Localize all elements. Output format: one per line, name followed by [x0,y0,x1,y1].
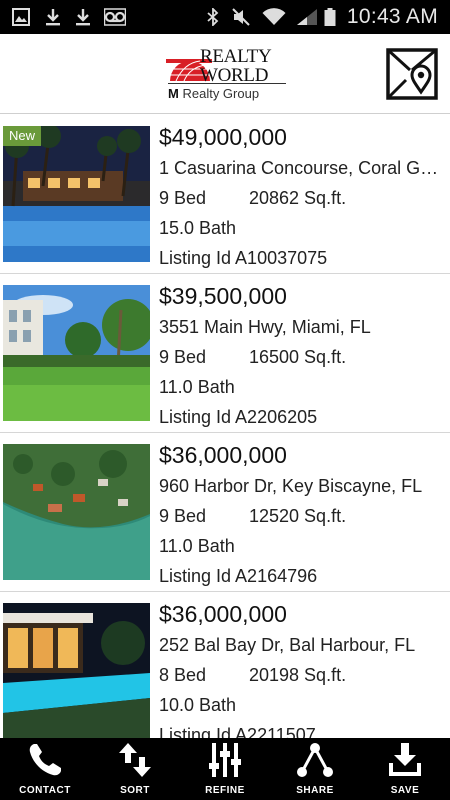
listing-price: $36,000,000 [159,601,287,627]
listing-row[interactable]: $36,000,000 252 Bal Bay Dr, Bal Harbour,… [0,592,450,738]
listing-bed-sqft: 9 Bed 16500 Sq.ft. [159,342,444,372]
listing-id: Listing Id A10037075 [159,248,328,268]
bottom-nav: CONTACT SORT REFINE SHARE SAVE [0,738,450,800]
voicemail-icon [104,8,126,26]
battery-icon [324,8,336,26]
listing-price: $36,000,000 [159,442,287,468]
gallery-icon [12,8,30,26]
listing-price: $39,500,000 [159,283,287,309]
listing-id: Listing Id A2164796 [159,566,318,586]
map-view-button[interactable] [386,48,438,100]
app-header: REALTY WORLD M Realty Group [0,34,450,114]
listing-bed-sqft: 9 Bed 20862 Sq.ft. [159,183,444,213]
mute-icon [232,8,250,26]
new-badge: New [3,126,42,146]
realty-world-logo[interactable]: REALTY WORLD M Realty Group [166,47,288,107]
listing-address: 1 Casuarina Concourse, Coral Gables, FL [159,158,439,178]
sort-button[interactable]: SORT [90,738,180,800]
listing-row[interactable]: $39,500,000 3551 Main Hwy, Miami, FL 9 B… [0,274,450,433]
listing-info[interactable]: $39,500,000 3551 Main Hwy, Miami, FL 9 B… [159,280,444,432]
save-label: SAVE [390,785,420,796]
status-bar: 10:43 AM [0,0,450,34]
logo-divider [168,83,286,84]
listing-photo[interactable] [3,603,150,738]
contact-label: CONTACT [19,785,71,796]
save-download-icon [389,743,421,776]
refine-button[interactable]: REFINE [180,738,270,800]
refine-label: REFINE [205,785,245,796]
listing-beds: 9 Bed [159,188,207,208]
logo-sub-text: Realty Group [182,86,260,101]
listing-baths: 15.0 Bath [159,218,237,238]
listing-info[interactable]: $36,000,000 960 Harbor Dr, Key Biscayne,… [159,439,444,591]
share-button[interactable]: SHARE [270,738,360,800]
listing-sqft: 20198 Sq.ft. [249,665,347,685]
listing-bed-sqft: 9 Bed 12520 Sq.ft. [159,501,444,531]
sliders-icon [209,743,241,777]
listing-address: 3551 Main Hwy, Miami, FL [159,317,371,337]
listing-baths: 11.0 Bath [159,536,235,556]
listing-photo[interactable] [3,285,150,421]
download-icon [46,9,60,26]
listing-bed-sqft: 8 Bed 20198 Sq.ft. [159,660,444,690]
save-button[interactable]: SAVE [360,738,450,800]
listing-row[interactable]: $36,000,000 960 Harbor Dr, Key Biscayne,… [0,433,450,592]
phone-icon [29,744,61,776]
listing-photo[interactable] [3,126,150,262]
listing-beds: 9 Bed [159,506,207,526]
listing-baths: 10.0 Bath [159,695,237,715]
listing-baths: 11.0 Bath [159,377,235,397]
wifi-icon [262,8,286,25]
listing-id: Listing Id A2206205 [159,407,318,427]
listing-id: Listing Id A2211507 [159,725,316,738]
listing-list[interactable]: New $49,000,000 1 Casuarina Concourse, C… [0,115,450,738]
sort-arrows-icon [119,743,151,777]
clock: 10:43 AM [346,5,438,28]
bluetooth-icon [207,8,219,26]
sort-label: SORT [120,785,150,796]
listing-address: 960 Harbor Dr, Key Biscayne, FL [159,476,423,496]
download-icon [76,9,90,26]
logo-sub-prefix: M [168,86,179,101]
logo-brand-text: REALTY WORLD [200,46,271,86]
listing-info[interactable]: $36,000,000 252 Bal Bay Dr, Bal Harbour,… [159,598,444,738]
listing-sqft: 16500 Sq.ft. [249,347,347,367]
listing-info[interactable]: $49,000,000 1 Casuarina Concourse, Coral… [159,121,444,273]
listing-price: $49,000,000 [159,124,287,150]
listing-row[interactable]: New $49,000,000 1 Casuarina Concourse, C… [0,115,450,274]
logo-subtitle: M Realty Group [168,87,259,100]
listing-beds: 8 Bed [159,665,207,685]
contact-button[interactable]: CONTACT [0,738,90,800]
listing-beds: 9 Bed [159,347,207,367]
share-label: SHARE [296,785,334,796]
listing-photo[interactable] [3,444,150,580]
listing-address: 252 Bal Bay Dr, Bal Harbour, FL [159,635,416,655]
listing-sqft: 20862 Sq.ft. [249,188,347,208]
share-icon [297,743,333,777]
listing-sqft: 12520 Sq.ft. [249,506,347,526]
signal-icon [297,9,317,25]
